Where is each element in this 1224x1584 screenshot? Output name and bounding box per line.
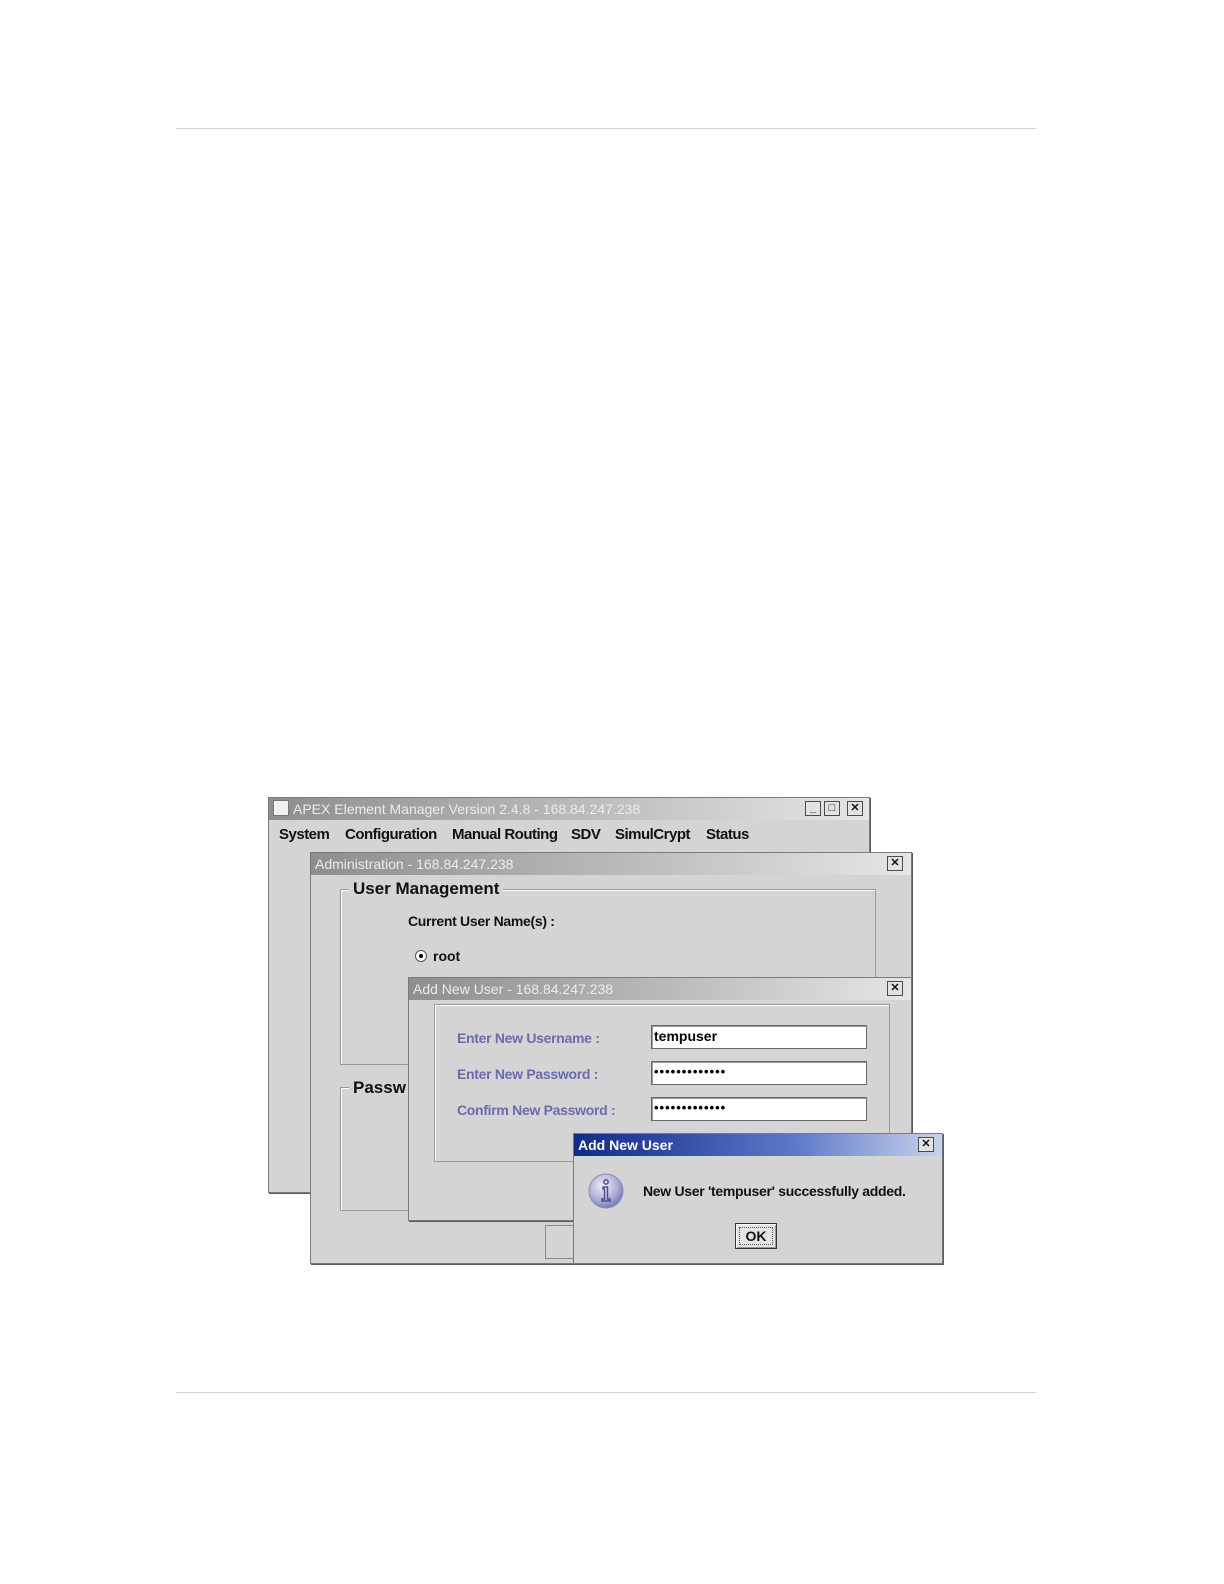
message-text: New User 'tempuser' successfully added. — [643, 1183, 906, 1199]
user-name-root: root — [433, 948, 461, 964]
menu-configuration[interactable]: Configuration — [345, 826, 437, 843]
ok-button[interactable]: OK — [735, 1223, 777, 1249]
menu-status[interactable]: Status — [706, 826, 749, 843]
username-input[interactable]: tempuser — [651, 1025, 867, 1049]
password-legend: Passw — [349, 1078, 410, 1098]
add-user-close-button[interactable]: ✕ — [887, 981, 903, 996]
admin-close-button[interactable]: ✕ — [887, 856, 903, 871]
radio-button[interactable] — [415, 950, 427, 962]
main-window-titlebar[interactable]: APEX Element Manager Version 2.4.8 - 168… — [269, 798, 869, 820]
minimize-button[interactable]: _ — [805, 801, 821, 816]
admin-window-titlebar[interactable]: Administration - 168.84.247.238 — [311, 853, 911, 875]
java-app-icon — [273, 800, 289, 816]
message-dialog-title: Add New User — [578, 1137, 673, 1153]
admin-window-title: Administration - 168.84.247.238 — [315, 856, 514, 872]
maximize-button[interactable]: □ — [824, 801, 840, 816]
password-input[interactable]: ••••••••••••• — [651, 1061, 867, 1085]
password-label: Enter New Password : — [457, 1066, 599, 1082]
message-dialog-titlebar[interactable]: Add New User — [574, 1134, 942, 1156]
menu-system[interactable]: System — [279, 826, 330, 843]
top-rule — [176, 128, 1036, 129]
close-button[interactable]: ✕ — [847, 801, 863, 816]
confirm-password-input[interactable]: ••••••••••••• — [651, 1097, 867, 1121]
menu-bar: System Configuration Manual Routing SDV … — [269, 820, 869, 848]
menu-simulcrypt[interactable]: SimulCrypt — [615, 826, 691, 843]
confirm-password-label: Confirm New Password : — [457, 1102, 616, 1118]
add-user-titlebar[interactable]: Add New User - 168.84.247.238 — [409, 978, 911, 1000]
current-users-label: Current User Name(s) : — [408, 913, 555, 929]
menu-manual-routing[interactable]: Manual Routing — [452, 826, 558, 843]
bottom-rule — [176, 1392, 1036, 1393]
username-label: Enter New Username : — [457, 1030, 600, 1046]
info-icon — [588, 1173, 624, 1209]
main-window-title: APEX Element Manager Version 2.4.8 - 168… — [293, 801, 641, 817]
menu-sdv[interactable]: SDV — [571, 826, 601, 843]
radio-dot — [419, 954, 423, 958]
user-management-legend: User Management — [349, 879, 504, 899]
message-dialog: Add New User ✕ New User 'tempuser' succe… — [573, 1133, 943, 1264]
message-close-button[interactable]: ✕ — [918, 1137, 934, 1152]
add-user-title: Add New User - 168.84.247.238 — [413, 981, 614, 997]
